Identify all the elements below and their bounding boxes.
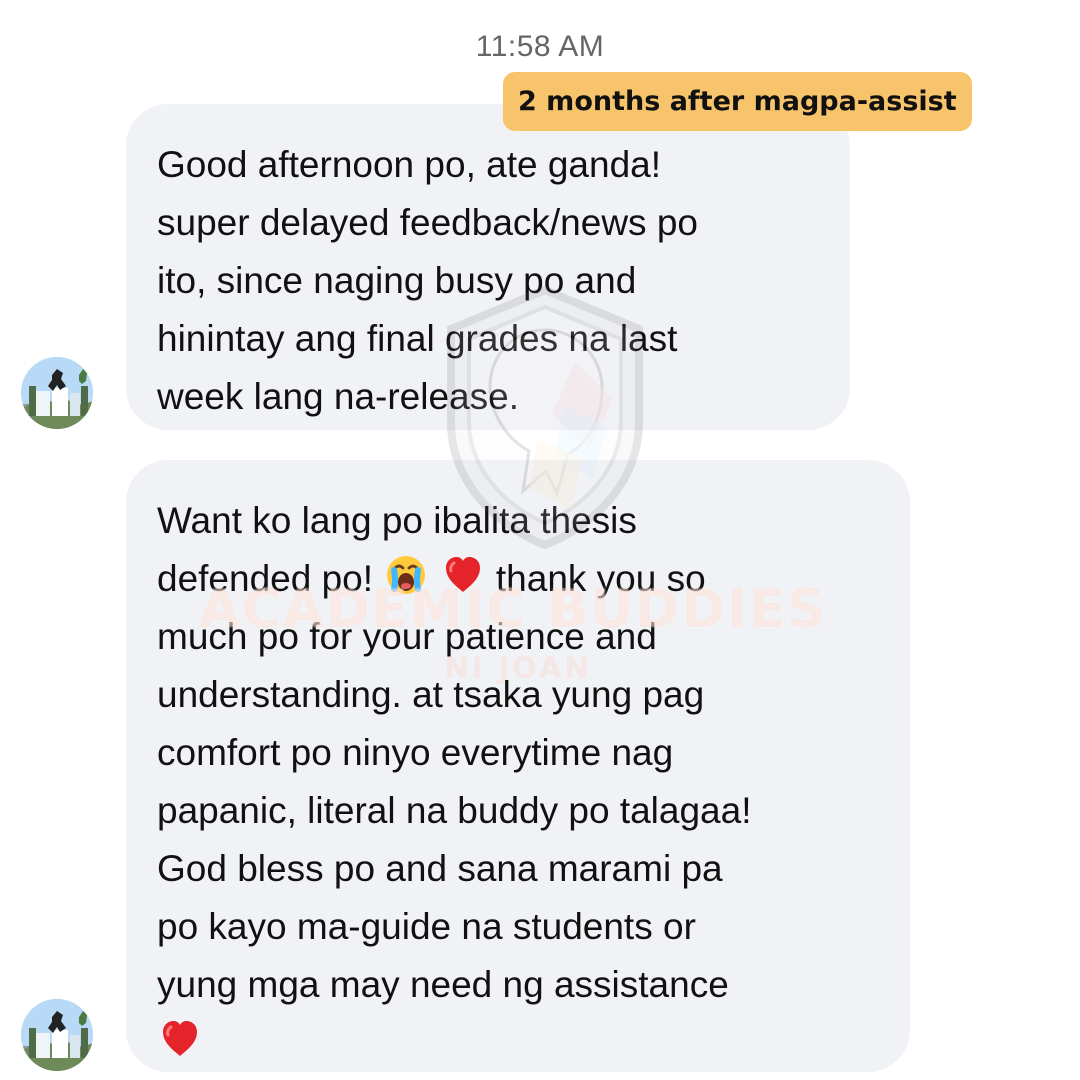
message-line: week lang na-release. xyxy=(157,376,519,417)
message-line: Good afternoon po, ate ganda! xyxy=(157,144,662,185)
crying-face-emoji xyxy=(383,552,429,598)
message-line: much po for your patience and xyxy=(157,616,657,657)
message-line: understanding. at tsaka yung pag xyxy=(157,674,705,715)
message-line: Want ko lang po ibalita thesis xyxy=(157,500,637,541)
red-heart-emoji-graphic xyxy=(445,557,480,592)
crying-face-emoji-graphic xyxy=(387,556,426,594)
message-line: ito, since naging busy po and xyxy=(157,260,637,301)
message-line: hinintay ang final grades na last xyxy=(157,318,678,359)
annotation-tag: 2 months after magpa-assist xyxy=(503,72,972,131)
red-heart-emoji xyxy=(157,1016,203,1062)
avatar-image xyxy=(21,999,93,1071)
red-heart-emoji-graphic xyxy=(163,1021,197,1056)
message-timestamp: 11:58 AM xyxy=(475,30,605,63)
avatar-image xyxy=(21,357,93,429)
message-line-part: defended po! xyxy=(157,558,374,599)
message-line: super delayed feedback/news po xyxy=(157,202,698,243)
contact-avatar[interactable] xyxy=(21,999,93,1071)
message-line-with-emojis: defended po! thank you so xyxy=(157,550,880,608)
red-heart-emoji xyxy=(440,552,486,598)
contact-avatar[interactable] xyxy=(21,357,93,429)
message-bubble-1[interactable]: Good afternoon po, ate ganda! super dela… xyxy=(126,104,850,430)
message-line-part: thank you so xyxy=(495,558,706,599)
message-line: God bless po and sana marami pa xyxy=(157,848,723,889)
message-line-emoji xyxy=(157,1014,880,1072)
message-line: po kayo ma-guide na students or xyxy=(157,906,696,947)
message-line: comfort po ninyo everytime nag xyxy=(157,732,674,773)
message-bubble-2[interactable]: Want ko lang po ibalita thesis defended … xyxy=(126,460,910,1072)
message-line: papanic, literal na buddy po talagaa! xyxy=(157,790,752,831)
message-line: yung mga may need ng assistance xyxy=(157,964,729,1005)
